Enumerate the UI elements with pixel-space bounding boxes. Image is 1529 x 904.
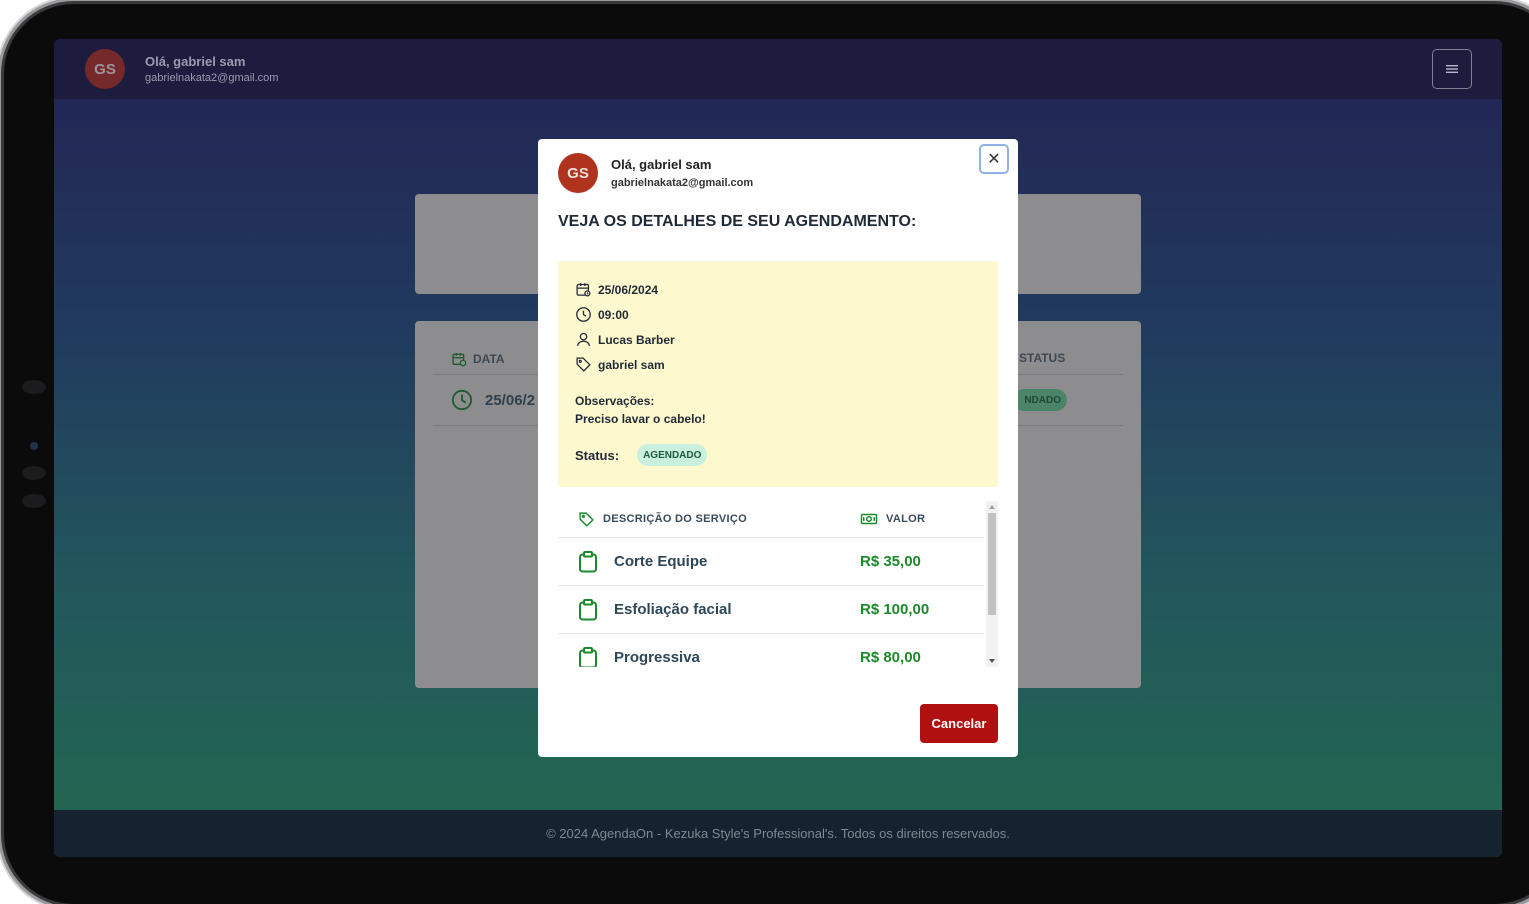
user-greeting: Olá, gabriel sam gabrielnakata2@gmail.co… <box>611 157 753 189</box>
modal-title: VEJA OS DETALHES DE SEU AGENDAMENTO: <box>558 213 917 230</box>
user-greeting: Olá, gabriel sam gabrielnakata2@gmail.co… <box>145 54 278 84</box>
table-header-status: STATUS <box>1019 351 1066 365</box>
service-price: R$ 100,00 <box>860 601 930 618</box>
service-price: R$ 35,00 <box>860 553 921 570</box>
detail-professional: Lucas Barber <box>575 327 981 352</box>
cancel-button[interactable]: Cancelar <box>920 704 998 743</box>
greeting-text: Olá, gabriel sam <box>145 54 246 69</box>
greeting-text: Olá, gabriel sam <box>611 157 712 172</box>
tag-icon <box>579 511 594 527</box>
footer: © 2024 AgendaOn - Kezuka Style's Profess… <box>54 810 1502 857</box>
detail-time-value: 09:00 <box>598 307 629 322</box>
user-email: gabrielnakata2@gmail.com <box>611 177 754 189</box>
header-value-label: VALOR <box>886 513 926 525</box>
clock-icon <box>451 389 473 411</box>
close-button[interactable]: ✕ <box>979 144 1009 174</box>
user-icon <box>576 332 591 347</box>
table-header-date: DATA <box>451 351 505 367</box>
close-icon: ✕ <box>987 151 1001 168</box>
service-row[interactable]: Corte Equipe R$ 35,00 <box>558 538 984 586</box>
detail-time: 09:00 <box>575 302 981 327</box>
detail-date-value: 25/06/2024 <box>598 282 659 297</box>
clock-icon <box>576 307 591 322</box>
detail-professional-value: Lucas Barber <box>598 332 675 347</box>
scroll-up-arrow[interactable] <box>989 505 995 509</box>
scroll-thumb[interactable] <box>988 513 996 615</box>
user-email: gabrielnakata2@gmail.com <box>145 72 279 84</box>
clipboard-icon <box>579 646 597 667</box>
service-price: R$ 80,00 <box>860 649 921 666</box>
clipboard-icon <box>579 550 597 572</box>
detail-date: 25/06/2024 <box>575 277 981 302</box>
service-row[interactable]: Esfoliação facial R$ 100,00 <box>558 586 984 634</box>
header-description-label: DESCRIÇÃO DO SERVIÇO <box>603 513 747 525</box>
hamburger-icon <box>1446 65 1458 73</box>
detail-client: gabriel sam <box>575 352 981 377</box>
services-table[interactable]: DESCRIÇÃO DO SERVIÇO VALOR Corte Equipe … <box>558 501 998 667</box>
service-name-cell: Esfoliação facial <box>578 598 860 621</box>
menu-button[interactable] <box>1432 49 1472 89</box>
service-name-cell: Corte Equipe <box>578 550 860 573</box>
appointment-details-modal: GS Olá, gabriel sam gabrielnakata2@gmail… <box>538 139 1018 757</box>
services-scrollbar[interactable] <box>986 501 998 667</box>
services-table-content: DESCRIÇÃO DO SERVIÇO VALOR Corte Equipe … <box>558 501 984 667</box>
table-row[interactable]: 25/06/2 <box>451 389 535 411</box>
appointment-details: 25/06/2024 09:00 Lucas Barber gabriel sa… <box>558 261 998 487</box>
services-table-header: DESCRIÇÃO DO SERVIÇO VALOR <box>558 501 984 538</box>
tablet-camera <box>30 442 38 450</box>
calendar-icon <box>576 283 591 297</box>
detail-client-value: gabriel sam <box>598 357 665 372</box>
observations-label: Observações: <box>575 394 655 408</box>
tablet-button <box>22 380 46 394</box>
service-row[interactable]: Progressiva R$ 80,00 <box>558 634 984 667</box>
modal-header: GS Olá, gabriel sam gabrielnakata2@gmail… <box>558 153 753 193</box>
table-header-date-label: DATA <box>473 352 505 366</box>
status-badge: NDADO <box>1013 389 1067 411</box>
app-screen: GS Olá, gabriel sam gabrielnakata2@gmail… <box>54 39 1502 857</box>
service-name: Corte Equipe <box>614 553 708 570</box>
avatar: GS <box>85 49 125 89</box>
avatar: GS <box>558 153 598 193</box>
service-name-cell: Progressiva <box>578 646 860 667</box>
tablet-button <box>22 494 46 508</box>
service-name: Esfoliação facial <box>614 601 732 618</box>
money-icon <box>860 513 878 525</box>
clipboard-icon <box>579 598 597 620</box>
status-row: Status: AGENDADO <box>575 444 981 466</box>
service-name: Progressiva <box>614 649 700 666</box>
status-label: Status: <box>575 447 620 463</box>
tablet-button <box>22 466 46 480</box>
top-bar: GS Olá, gabriel sam gabrielnakata2@gmail… <box>54 39 1502 99</box>
observations-text: Preciso lavar o cabelo! <box>575 412 706 426</box>
row-date: 25/06/2 <box>485 391 536 409</box>
header-description: DESCRIÇÃO DO SERVIÇO <box>578 511 860 528</box>
status-badge: AGENDADO <box>637 444 708 466</box>
calendar-icon <box>452 353 467 367</box>
scroll-down-arrow[interactable] <box>989 659 995 663</box>
tag-icon <box>576 357 591 372</box>
header-value: VALOR <box>860 511 925 527</box>
